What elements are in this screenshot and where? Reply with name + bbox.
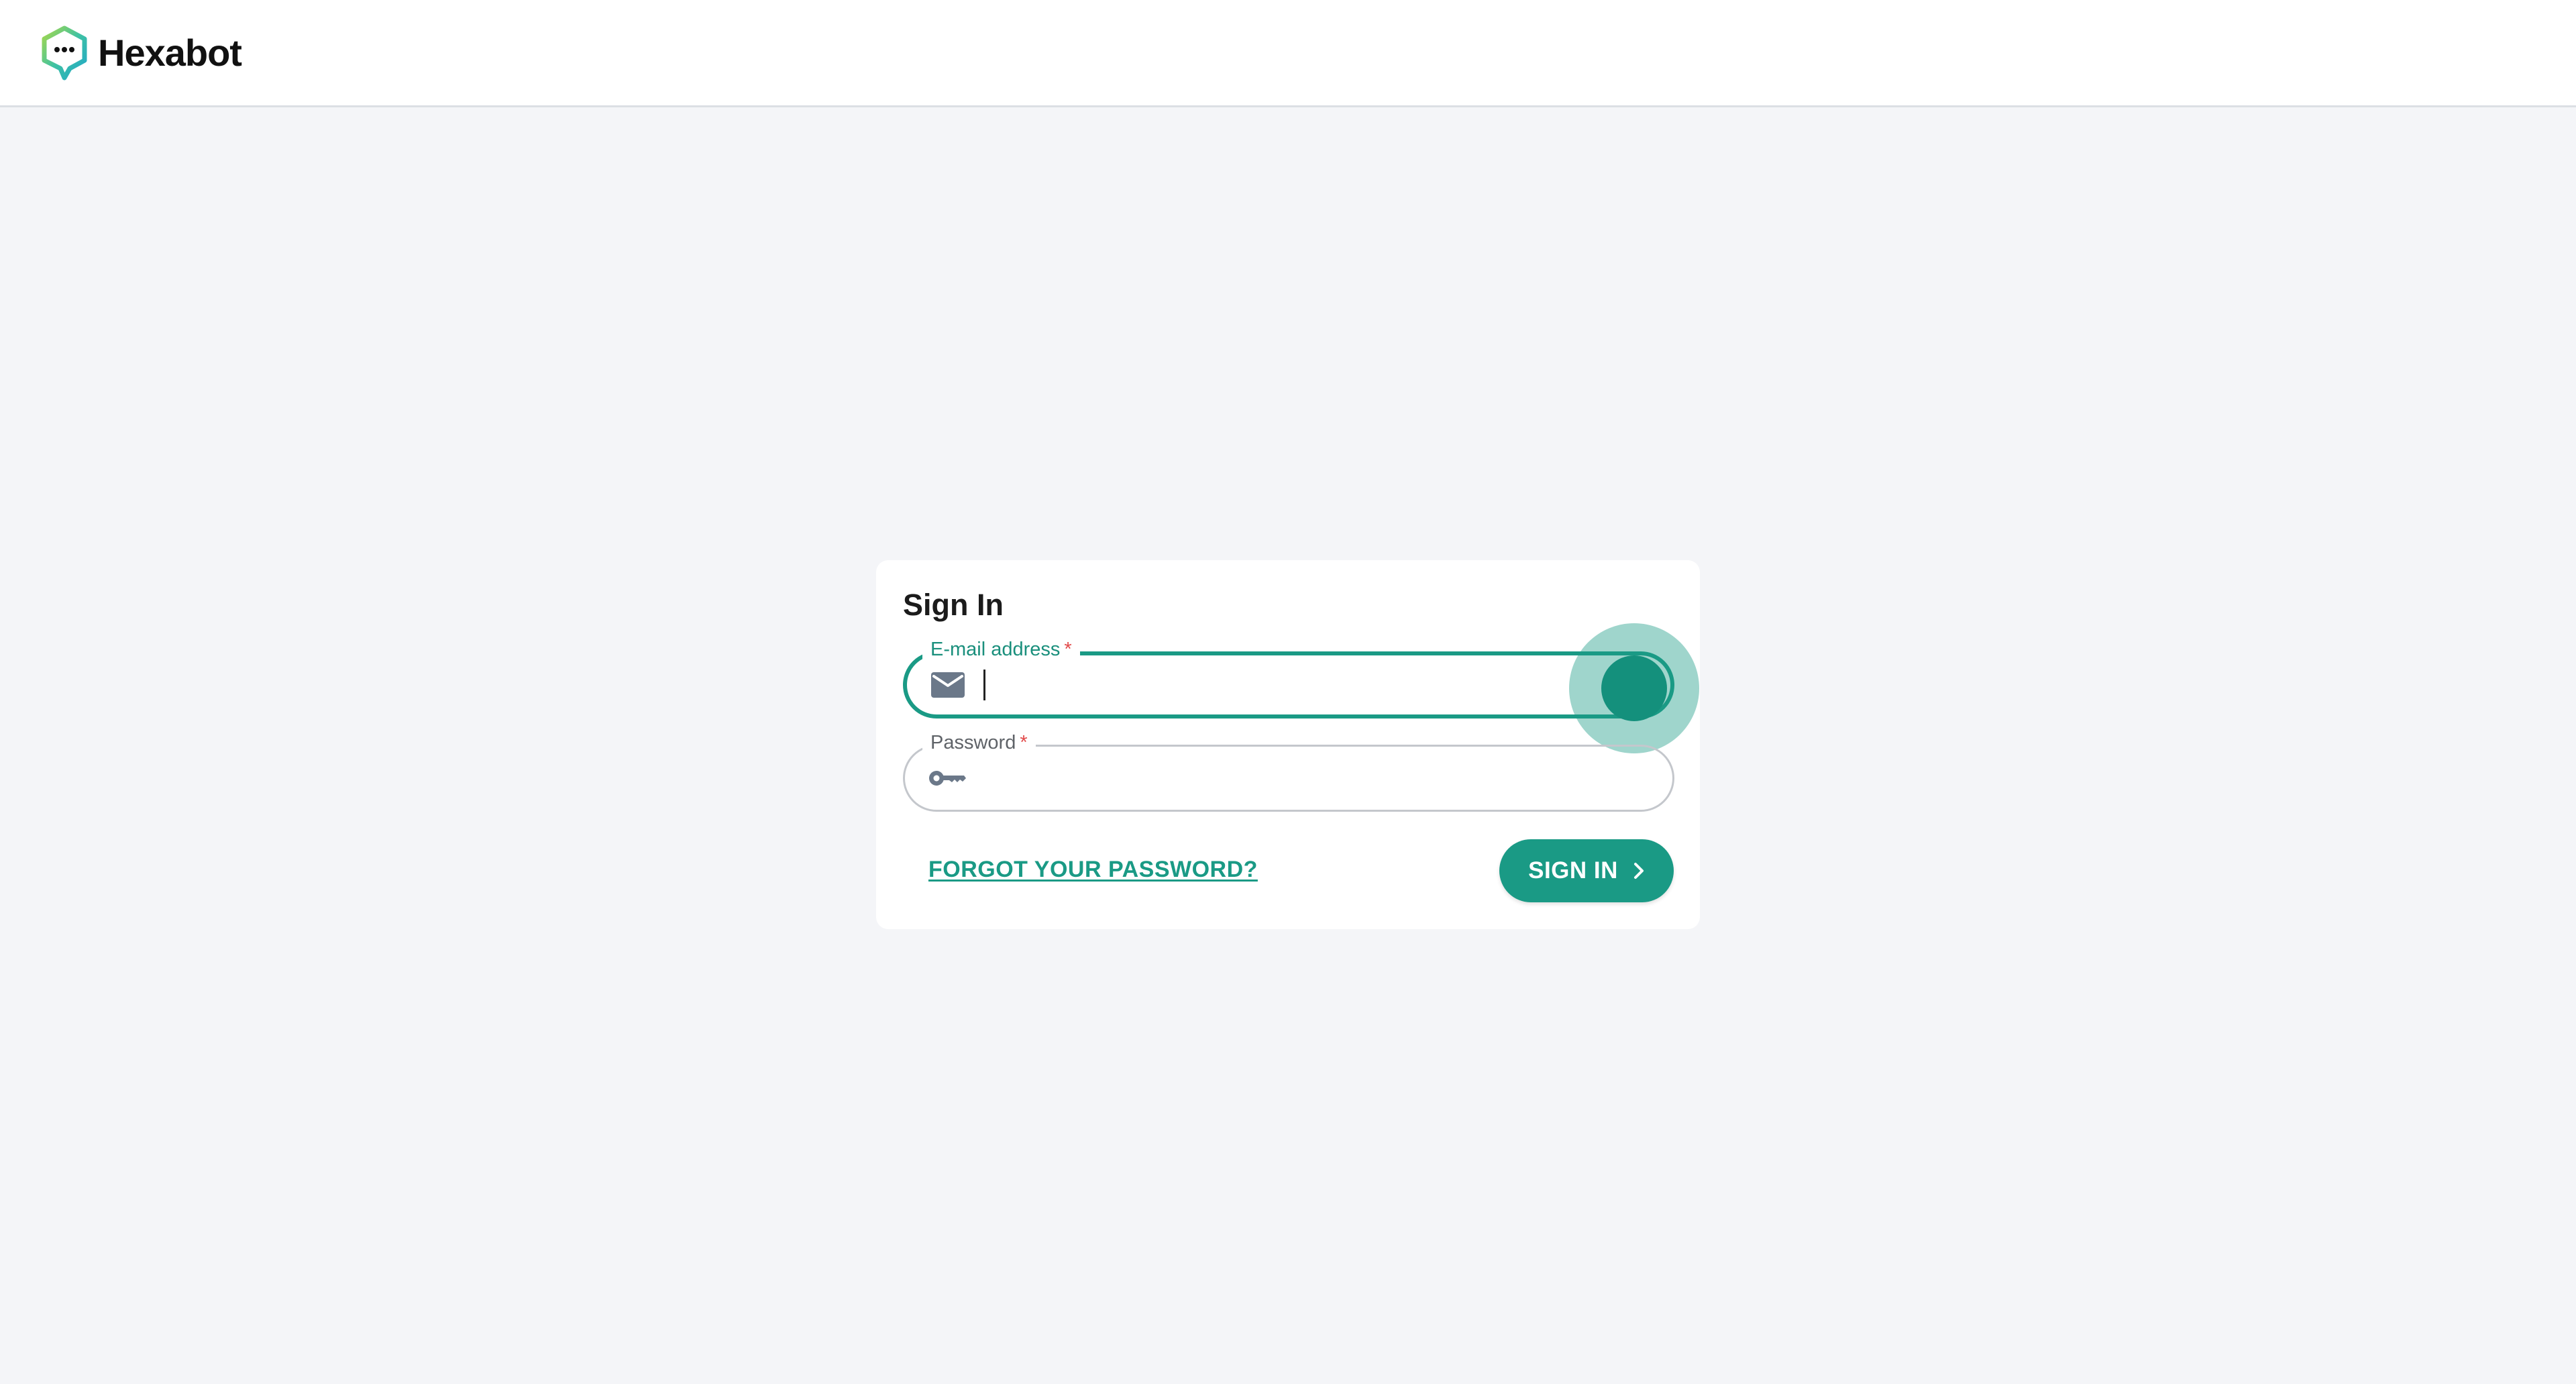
email-label-text: E-mail address xyxy=(930,639,1061,660)
password-label-text: Password xyxy=(930,732,1016,753)
email-required-mark: * xyxy=(1064,639,1072,660)
brand[interactable]: Hexabot xyxy=(39,25,242,81)
top-bar: Hexabot xyxy=(0,0,2576,107)
sign-in-card: Sign In E-mail address * Password * FORGOT… xyxy=(876,560,1700,929)
hexabot-logo-icon xyxy=(42,25,87,81)
password-field[interactable]: Password * xyxy=(903,731,1674,812)
forgot-password-link[interactable]: FORGOT YOUR PASSWORD? xyxy=(928,857,1258,883)
password-required-mark: * xyxy=(1020,732,1028,753)
brand-name: Hexabot xyxy=(98,32,242,74)
key-icon xyxy=(929,771,966,786)
password-input[interactable] xyxy=(980,760,1592,796)
email-field[interactable]: E-mail address * xyxy=(903,637,1674,718)
toggle-knob[interactable] xyxy=(1601,655,1667,721)
text-caret xyxy=(983,670,985,700)
password-field-label: Password * xyxy=(922,731,1036,755)
sign-in-title: Sign In xyxy=(903,588,1004,622)
chevron-right-icon xyxy=(1633,863,1644,879)
email-field-label: E-mail address * xyxy=(922,637,1080,661)
sign-in-button[interactable]: SIGN IN xyxy=(1499,839,1674,902)
email-input[interactable] xyxy=(982,667,1590,703)
mail-icon xyxy=(931,672,965,698)
sign-in-button-label: SIGN IN xyxy=(1528,857,1618,884)
